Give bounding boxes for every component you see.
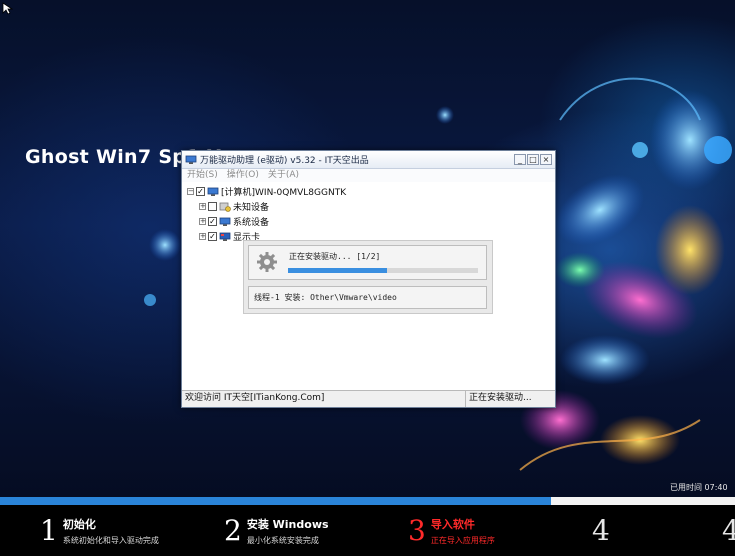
mouse-cursor-icon — [2, 2, 14, 15]
maximize-button[interactable]: □ — [527, 154, 539, 165]
elapsed-time: 已用时间 07:40 — [670, 483, 728, 492]
install-detail-text: 线程-1 安装: Other\Vmware\video — [248, 286, 487, 309]
collapse-icon[interactable]: − — [187, 188, 194, 195]
step-3: 3 导入软件 正在导入应用程序 — [408, 505, 495, 556]
expand-icon[interactable]: + — [199, 203, 206, 210]
setup-steps-bar: 1 初始化 系统初始化和导入驱动完成 2 安装 Windows 最小化系统安装完… — [0, 505, 735, 556]
close-button[interactable]: × — [540, 154, 552, 165]
expand-icon[interactable]: + — [199, 233, 206, 240]
step-number: 1 — [40, 514, 58, 547]
step-1: 1 初始化 系统初始化和导入驱动完成 — [40, 505, 159, 556]
install-progress-dialog: 正在安装驱动... [1/2] 线程-1 安装: Other\Vmware\vi… — [243, 240, 493, 314]
install-progress-bar — [288, 268, 478, 273]
driver-assistant-window[interactable]: 万能驱动助理 (e驱动) v5.32 - IT天空出品 _ □ × 开始(S) … — [181, 150, 556, 408]
unknown-device-icon — [219, 202, 231, 212]
step-subtitle: 正在导入应用程序 — [430, 535, 495, 545]
tree-node-computer[interactable]: − ✓ [计算机]WIN-0QMVL8GGNTK — [187, 184, 346, 199]
expand-icon[interactable]: + — [199, 218, 206, 225]
step-number: 2 — [224, 514, 242, 547]
step-5: 4 — [722, 505, 735, 556]
menu-bar: 开始(S) 操作(O) 关于(A) — [182, 169, 555, 182]
tree-checkbox[interactable] — [208, 202, 217, 211]
step-title: 导入软件 — [430, 517, 475, 531]
menu-start[interactable]: 开始(S) — [187, 169, 218, 182]
device-tree[interactable]: − ✓ [计算机]WIN-0QMVL8GGNTK + 未知设备 + ✓ 系统设备… — [187, 184, 346, 244]
computer-icon — [207, 187, 219, 196]
tree-label: 未知设备 — [233, 203, 270, 213]
system-device-icon — [219, 217, 231, 226]
install-progress-fill — [288, 268, 387, 273]
step-4: 4 — [592, 505, 615, 556]
status-welcome-text: 欢迎访问 IT天空[ITianKong.Com] — [185, 393, 325, 403]
step-2: 2 安装 Windows 最小化系统安装完成 — [224, 505, 329, 556]
status-installing-text: 正在安装驱动... — [465, 391, 555, 407]
window-titlebar[interactable]: 万能驱动助理 (e驱动) v5.32 - IT天空出品 _ □ × — [182, 151, 555, 169]
step-subtitle: 系统初始化和导入驱动完成 — [62, 535, 159, 545]
step-number: 4 — [722, 514, 735, 547]
display-card-icon — [219, 232, 231, 241]
app-monitor-icon — [185, 155, 197, 164]
menu-about[interactable]: 关于(A) — [268, 169, 299, 182]
overall-progress-fill — [0, 497, 552, 505]
menu-operation[interactable]: 操作(O) — [227, 169, 259, 182]
step-number: 3 — [408, 514, 426, 547]
tree-checkbox[interactable]: ✓ — [208, 232, 217, 241]
tree-node-system-device[interactable]: + ✓ 系统设备 — [187, 214, 346, 229]
progress-status-box: 正在安装驱动... [1/2] — [248, 245, 487, 280]
step-title: 初始化 — [62, 517, 96, 531]
window-statusbar: 欢迎访问 IT天空[ITianKong.Com] 正在安装驱动... — [182, 390, 555, 407]
tree-checkbox[interactable]: ✓ — [208, 217, 217, 226]
tree-node-unknown-device[interactable]: + 未知设备 — [187, 199, 346, 214]
tree-checkbox[interactable]: ✓ — [196, 187, 205, 196]
tree-label: 系统设备 — [233, 218, 270, 228]
minimize-button[interactable]: _ — [514, 154, 526, 165]
install-status-text: 正在安装驱动... [1/2] — [289, 252, 381, 261]
step-subtitle: 最小化系统安装完成 — [246, 535, 319, 545]
step-title: 安装 Windows — [246, 517, 329, 531]
window-title: 万能驱动助理 (e驱动) v5.32 - IT天空出品 — [200, 156, 369, 166]
overall-progress-bar — [0, 497, 735, 505]
tree-label: [计算机]WIN-0QMVL8GGNTK — [221, 188, 347, 198]
gear-icon — [257, 252, 277, 272]
step-number: 4 — [592, 514, 610, 547]
